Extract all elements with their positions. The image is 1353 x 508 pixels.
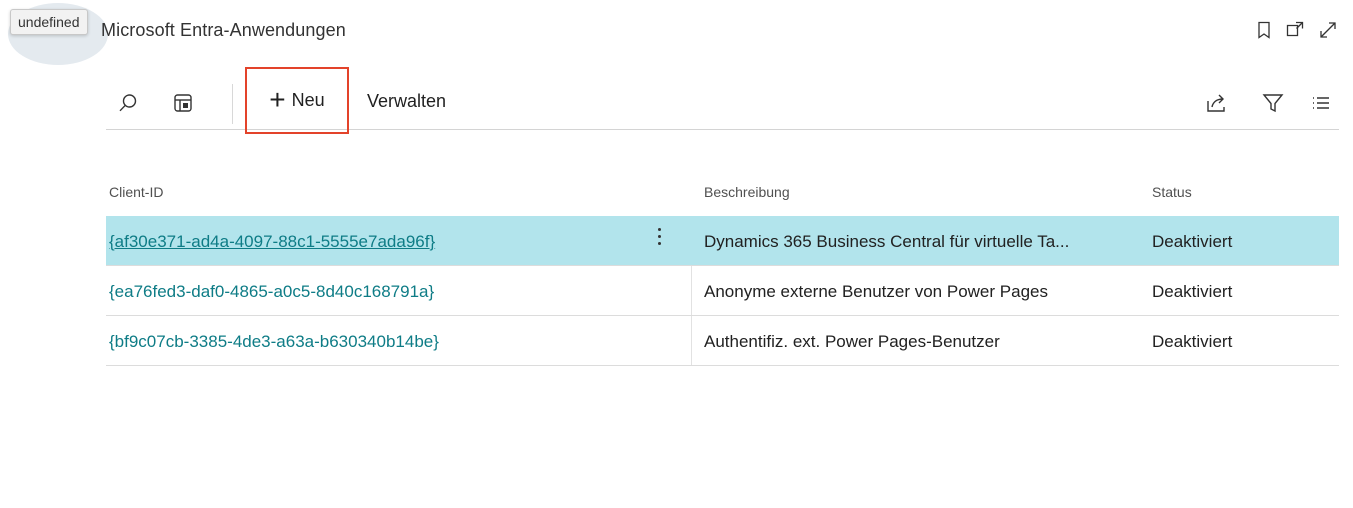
new-button-label: Neu (291, 90, 325, 110)
status-cell: Deaktiviert (1152, 232, 1233, 251)
client-id-link[interactable]: {af30e371-ad4a-4097-88c1-5555e7ada96f} (109, 232, 435, 252)
bookmark-icon[interactable] (1254, 20, 1274, 40)
search-icon[interactable] (116, 91, 140, 115)
filter-icon[interactable] (1261, 91, 1285, 115)
client-id-link[interactable]: {ea76fed3-daf0-4865-a0c5-8d40c168791a} (109, 282, 434, 302)
description-cell: Anonyme externe Benutzer von Power Pages (704, 282, 1048, 301)
page-header: undefined Microsoft Entra-Anwendungen (0, 0, 1353, 70)
manage-button[interactable]: Verwalten (367, 91, 446, 112)
page-title: Microsoft Entra-Anwendungen (101, 20, 346, 40)
column-divider (691, 266, 692, 315)
toolbar-divider (232, 84, 233, 124)
action-bar: + Neu Verwalten (106, 67, 1339, 134)
table-header: Client-ID Beschreibung Status (106, 168, 1339, 216)
plus-icon: + (269, 83, 286, 115)
data-table: Client-ID Beschreibung Status {af30e371-… (106, 168, 1339, 366)
column-header-description[interactable]: Beschreibung (704, 184, 790, 200)
share-icon[interactable] (1204, 91, 1228, 115)
column-divider (691, 316, 692, 365)
column-header-status[interactable]: Status (1152, 184, 1192, 200)
description-cell: Dynamics 365 Business Central für virtue… (704, 232, 1070, 251)
table-row[interactable]: {bf9c07cb-3385-4de3-a63a-b630340b14be} A… (106, 316, 1339, 366)
table-row[interactable]: {af30e371-ad4a-4097-88c1-5555e7ada96f} D… (106, 216, 1339, 266)
tooltip: undefined (10, 9, 88, 35)
column-header-client-id[interactable]: Client-ID (109, 184, 163, 200)
open-in-new-window-icon[interactable] (1285, 20, 1305, 40)
row-more-options-icon[interactable] (654, 228, 664, 254)
status-cell: Deaktiviert (1152, 332, 1233, 351)
table-row[interactable]: {ea76fed3-daf0-4865-a0c5-8d40c168791a} A… (106, 266, 1339, 316)
new-button[interactable]: + Neu (245, 67, 349, 134)
description-cell: Authentifiz. ext. Power Pages-Benutzer (704, 332, 1000, 351)
status-cell: Deaktiviert (1152, 282, 1233, 301)
client-id-link[interactable]: {bf9c07cb-3385-4de3-a63a-b630340b14be} (109, 332, 439, 352)
expand-icon[interactable] (1318, 20, 1338, 40)
table-layout-icon[interactable] (171, 91, 195, 115)
list-view-icon[interactable] (1309, 91, 1333, 115)
